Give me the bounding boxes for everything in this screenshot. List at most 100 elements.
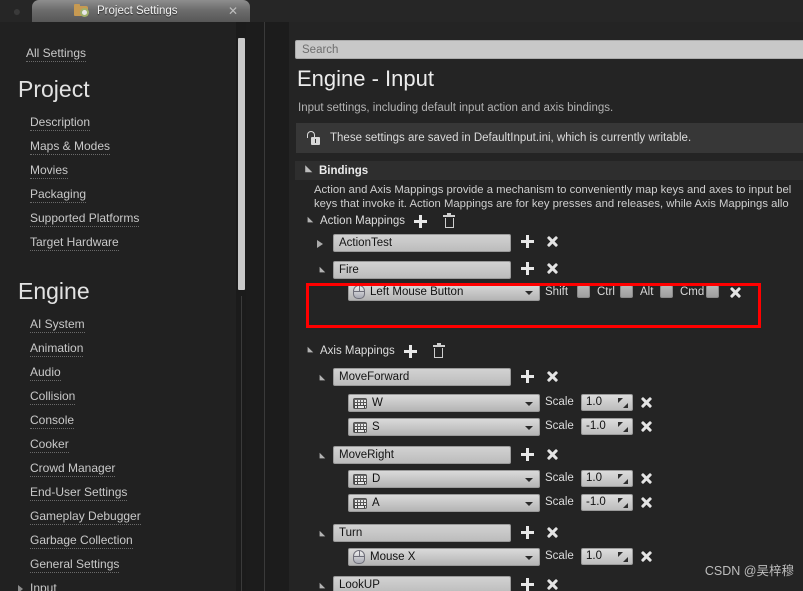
modifier-checkbox-alt[interactable] bbox=[660, 285, 673, 298]
chevron-down-icon[interactable] bbox=[316, 452, 326, 462]
settings-sidebar[interactable]: All Settings Project Description Maps & … bbox=[0, 22, 240, 591]
sidebar-item-supported-platforms[interactable]: Supported Platforms bbox=[30, 211, 140, 227]
panel-splitter[interactable] bbox=[264, 22, 265, 591]
sidebar-item-console[interactable]: Console bbox=[30, 413, 75, 429]
category-bindings[interactable]: Bindings bbox=[295, 161, 803, 180]
tab-project-settings[interactable]: Project Settings ✕ bbox=[32, 0, 250, 22]
search-input[interactable]: Search bbox=[295, 40, 803, 59]
add-key-button[interactable] bbox=[521, 370, 534, 383]
scale-input-mouse-x[interactable]: 1.0 bbox=[581, 548, 633, 565]
spinner-icon[interactable] bbox=[618, 498, 628, 508]
chevron-down-icon[interactable] bbox=[525, 402, 533, 406]
spinner-icon[interactable] bbox=[618, 398, 628, 408]
axis-mapping-row-moveforward[interactable] bbox=[316, 370, 326, 388]
sidebar-item-all-settings[interactable]: All Settings bbox=[26, 46, 87, 62]
sidebar-item-ai-system[interactable]: AI System bbox=[30, 317, 85, 333]
sidebar-item-crowd-manager[interactable]: Crowd Manager bbox=[30, 461, 116, 477]
action-mapping-name-input[interactable]: ActionTest bbox=[333, 234, 511, 252]
key-label: Left Mouse Button bbox=[370, 286, 464, 298]
chevron-down-icon[interactable] bbox=[525, 291, 533, 295]
page-title: Engine - Input bbox=[297, 66, 434, 91]
chevron-down-icon[interactable] bbox=[316, 374, 326, 384]
modifier-checkbox-cmd[interactable] bbox=[706, 285, 719, 298]
sidebar-item-description[interactable]: Description bbox=[30, 115, 91, 131]
scale-input-w[interactable]: 1.0 bbox=[581, 394, 633, 411]
axis-mapping-name-input-lookup[interactable]: LookUP bbox=[333, 576, 511, 591]
chevron-right-icon[interactable] bbox=[317, 240, 323, 248]
sidebar-divider bbox=[241, 296, 242, 591]
key-select-w[interactable]: W bbox=[348, 394, 540, 412]
modifier-checkbox-shift[interactable] bbox=[577, 285, 590, 298]
remove-action-mapping-button[interactable] bbox=[546, 236, 558, 248]
remove-axis-mapping-button[interactable] bbox=[546, 371, 558, 383]
sidebar-item-audio[interactable]: Audio bbox=[30, 365, 61, 381]
spinner-icon[interactable] bbox=[618, 474, 628, 484]
sidebar-item-animation[interactable]: Animation bbox=[30, 341, 84, 357]
remove-axis-mapping-button[interactable] bbox=[546, 449, 558, 461]
sidebar-item-gameplay-debugger[interactable]: Gameplay Debugger bbox=[30, 509, 141, 525]
axis-mapping-row-lookup[interactable] bbox=[316, 578, 326, 591]
chevron-down-icon[interactable] bbox=[525, 556, 533, 560]
axis-mapping-name-input-moveright[interactable]: MoveRight bbox=[333, 446, 511, 464]
key-select-s[interactable]: S bbox=[348, 418, 540, 436]
clear-axis-mappings-button[interactable] bbox=[432, 342, 445, 358]
scale-input-a[interactable]: -1.0 bbox=[581, 494, 633, 511]
add-key-button[interactable] bbox=[521, 235, 534, 248]
add-key-button[interactable] bbox=[521, 526, 534, 539]
axis-mapping-row-turn[interactable] bbox=[316, 526, 326, 544]
group-action-mappings[interactable]: Action Mappings bbox=[304, 212, 456, 230]
folder-gear-icon bbox=[74, 4, 90, 18]
add-key-button[interactable] bbox=[521, 448, 534, 461]
spinner-icon[interactable] bbox=[618, 422, 628, 432]
remove-key-button[interactable] bbox=[640, 420, 652, 432]
add-key-button[interactable] bbox=[521, 578, 534, 591]
close-icon[interactable]: ✕ bbox=[228, 3, 238, 19]
sidebar-item-cooker[interactable]: Cooker bbox=[30, 437, 69, 453]
key-select-d[interactable]: D bbox=[348, 470, 540, 488]
sidebar-item-packaging[interactable]: Packaging bbox=[30, 187, 87, 203]
clear-action-mappings-button[interactable] bbox=[443, 212, 456, 228]
sidebar-item-input[interactable]: Input bbox=[30, 581, 57, 591]
bindings-description: Action and Axis Mappings provide a mecha… bbox=[314, 183, 803, 211]
remove-axis-mapping-button[interactable] bbox=[546, 579, 558, 591]
remove-key-button[interactable] bbox=[640, 496, 652, 508]
sidebar-item-collision[interactable]: Collision bbox=[30, 389, 76, 405]
chevron-down-icon[interactable] bbox=[316, 530, 326, 540]
remove-axis-mapping-button[interactable] bbox=[546, 527, 558, 539]
chevron-down-icon[interactable] bbox=[525, 426, 533, 430]
add-axis-mapping-button[interactable] bbox=[403, 344, 417, 358]
sidebar-item-target-hardware[interactable]: Target Hardware bbox=[30, 235, 119, 251]
axis-mapping-row-moveright[interactable] bbox=[316, 448, 326, 466]
sidebar-scrollbar-thumb[interactable] bbox=[238, 38, 245, 290]
spinner-icon[interactable] bbox=[618, 552, 628, 562]
chevron-down-icon[interactable] bbox=[525, 478, 533, 482]
sidebar-item-garbage-collection[interactable]: Garbage Collection bbox=[30, 533, 133, 549]
remove-key-button[interactable] bbox=[640, 550, 652, 562]
action-mapping-row[interactable] bbox=[317, 235, 323, 253]
remove-key-button[interactable] bbox=[640, 472, 652, 484]
key-select-left-mouse-button[interactable]: Left Mouse Button bbox=[348, 283, 540, 301]
remove-action-mapping-button[interactable] bbox=[546, 263, 558, 275]
sidebar-item-maps-and-modes[interactable]: Maps & Modes bbox=[30, 139, 111, 155]
sidebar-item-end-user-settings[interactable]: End-User Settings bbox=[30, 485, 128, 501]
sidebar-item-general-settings[interactable]: General Settings bbox=[30, 557, 120, 573]
remove-key-button[interactable] bbox=[729, 286, 741, 298]
modifier-checkbox-ctrl[interactable] bbox=[620, 285, 633, 298]
chevron-right-icon[interactable] bbox=[18, 585, 23, 591]
group-axis-mappings[interactable]: Axis Mappings bbox=[304, 342, 445, 360]
action-mapping-name-input-fire[interactable]: Fire bbox=[333, 261, 511, 279]
add-action-mapping-button[interactable] bbox=[414, 214, 428, 228]
key-select-a[interactable]: A bbox=[348, 494, 540, 512]
scale-input-s[interactable]: -1.0 bbox=[581, 418, 633, 435]
chevron-down-icon[interactable] bbox=[525, 502, 533, 506]
chevron-down-icon[interactable] bbox=[316, 582, 326, 591]
add-key-button[interactable] bbox=[521, 262, 534, 275]
action-mapping-row-fire[interactable] bbox=[316, 262, 326, 280]
axis-mapping-name-input-turn[interactable]: Turn bbox=[333, 524, 511, 542]
sidebar-item-movies[interactable]: Movies bbox=[30, 163, 69, 179]
axis-mapping-name-input-moveforward[interactable]: MoveForward bbox=[333, 368, 511, 386]
scale-input-d[interactable]: 1.0 bbox=[581, 470, 633, 487]
key-select-mouse-x[interactable]: Mouse X bbox=[348, 548, 540, 566]
remove-key-button[interactable] bbox=[640, 396, 652, 408]
chevron-down-icon[interactable] bbox=[316, 266, 326, 276]
